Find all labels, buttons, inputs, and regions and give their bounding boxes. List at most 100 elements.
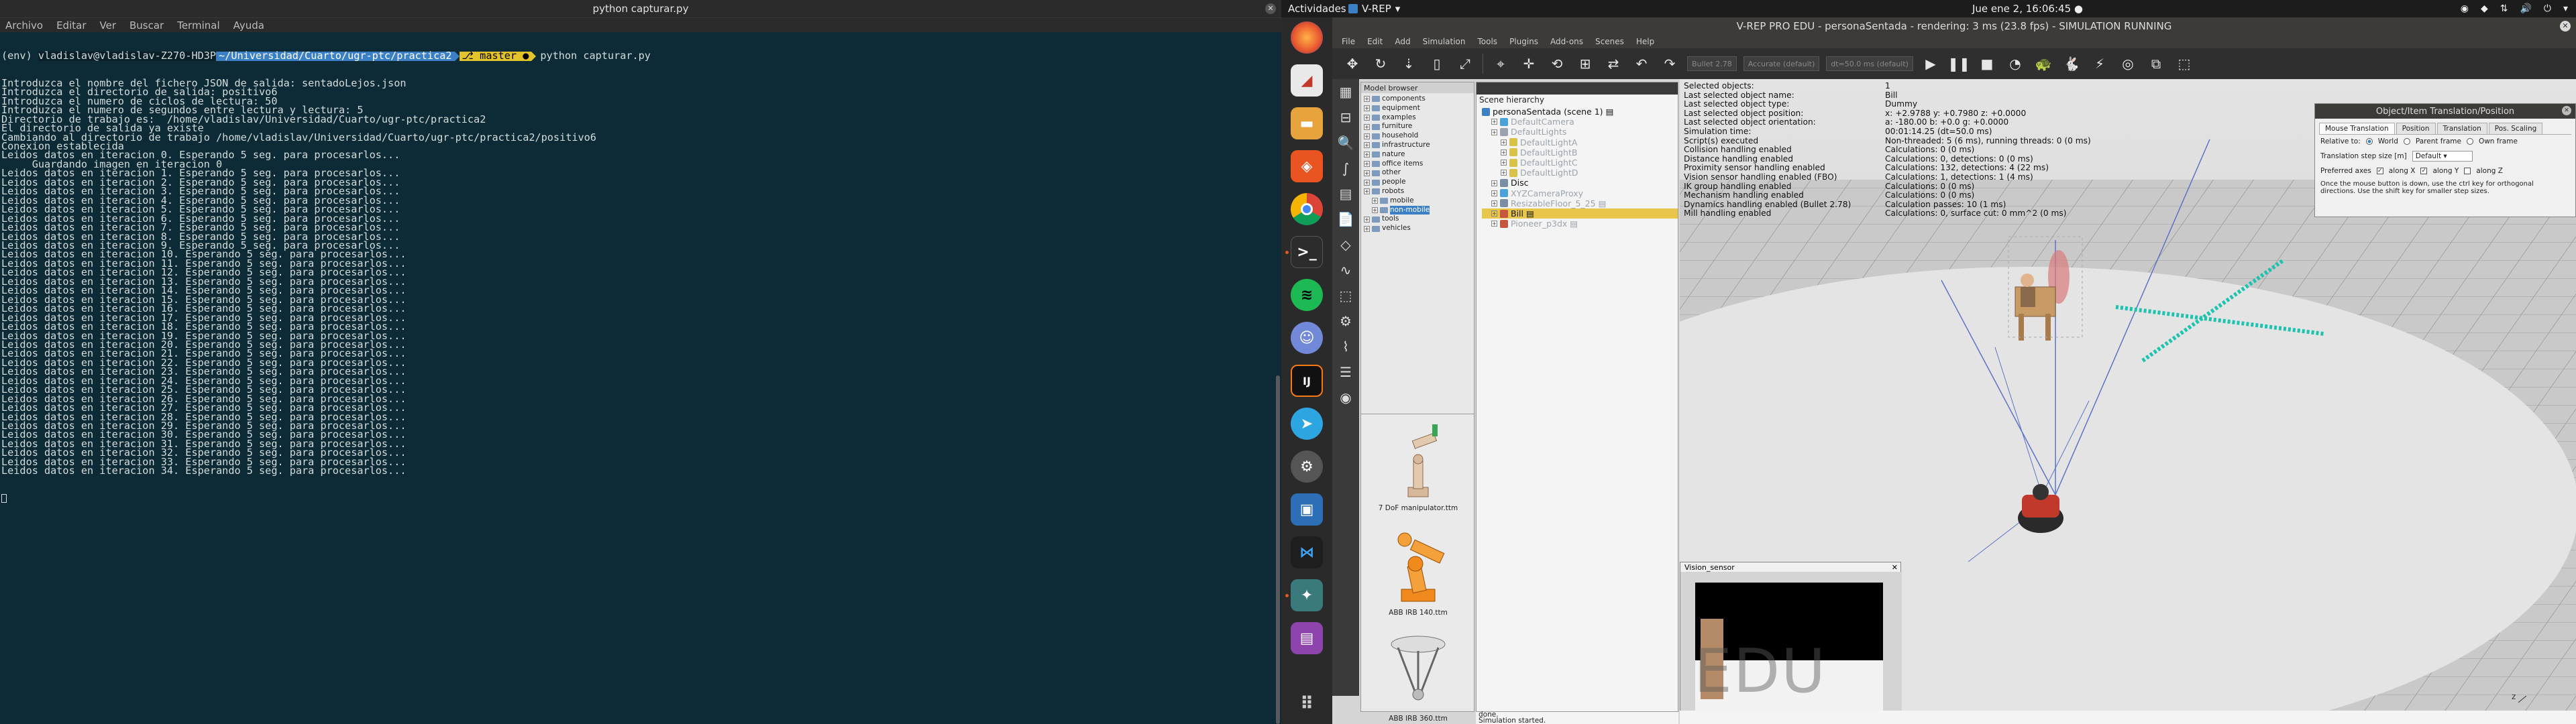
- spotify-tray-icon[interactable]: ◉: [2461, 3, 2469, 14]
- expand-icon[interactable]: +: [1491, 129, 1497, 135]
- scene-object-item[interactable]: + DefaultLightB: [1482, 147, 1678, 158]
- chrome-icon[interactable]: [1291, 193, 1323, 225]
- pause-icon[interactable]: ❚❚: [1947, 53, 1970, 74]
- scene-object-item[interactable]: + DefaultLightD: [1482, 168, 1678, 178]
- expand-icon[interactable]: +: [1491, 210, 1497, 217]
- settings-icon[interactable]: ⚙: [1291, 450, 1323, 483]
- expand-icon[interactable]: +: [1364, 133, 1370, 139]
- realtime-icon[interactable]: ◔: [2004, 53, 2026, 74]
- vrep-window[interactable]: V-REP PRO EDU - personaSentada - renderi…: [1332, 17, 2576, 724]
- vision-sensor-view[interactable]: Vision_sensor ✕ EDU: [1680, 562, 1902, 711]
- model-folder-item[interactable]: + robots: [1364, 187, 1474, 196]
- model-thumbnail[interactable]: 7 DoF manipulator.ttm: [1375, 417, 1462, 512]
- object-shift-icon[interactable]: ✛: [1518, 53, 1540, 74]
- scene-object-item[interactable]: + DefaultCamera: [1482, 117, 1678, 127]
- menu-help[interactable]: Help: [1636, 37, 1654, 46]
- page-selector-icon[interactable]: ⧉: [2145, 53, 2167, 74]
- expand-icon[interactable]: +: [1491, 190, 1497, 196]
- menu-add[interactable]: Add: [1395, 37, 1410, 46]
- menu-terminal[interactable]: Terminal: [177, 19, 219, 32]
- ik-icon[interactable]: ⚙: [1332, 308, 1359, 334]
- scripts-icon[interactable]: 📄: [1332, 206, 1359, 232]
- model-browser[interactable]: Model browser + components + equipment + exam…: [1360, 82, 1474, 723]
- expand-icon[interactable]: +: [1491, 200, 1497, 206]
- model-folder-item[interactable]: + vehicles: [1364, 224, 1474, 233]
- scene-object-item[interactable]: + DefaultLightC: [1482, 158, 1678, 168]
- expand-icon[interactable]: +: [1491, 180, 1497, 186]
- software-icon[interactable]: ◈: [1291, 150, 1323, 182]
- model-folder-item[interactable]: + other: [1364, 168, 1474, 178]
- expand-icon[interactable]: +: [1364, 152, 1370, 158]
- power-icon[interactable]: ⏻: [2544, 3, 2551, 14]
- expand-icon[interactable]: +: [1501, 149, 1507, 156]
- terminal-window[interactable]: python capturar.py ✕ Archivo Editar Ver Bus…: [0, 0, 1281, 724]
- expand-icon[interactable]: +: [1501, 160, 1507, 166]
- selection-icon[interactable]: ⬚: [1332, 283, 1359, 308]
- terminal-icon[interactable]: >_: [1291, 236, 1323, 268]
- menu-edit[interactable]: Edit: [1367, 37, 1383, 46]
- close-icon[interactable]: ✕: [1265, 3, 1276, 14]
- expand-icon[interactable]: +: [1364, 179, 1370, 186]
- model-folder-item[interactable]: + mobile: [1364, 196, 1474, 206]
- transfer-dna-icon[interactable]: ⇄: [1603, 53, 1624, 74]
- model-folder-item[interactable]: + components: [1364, 95, 1474, 104]
- world-radio[interactable]: [2365, 138, 2373, 145]
- expand-icon[interactable]: +: [1501, 170, 1507, 176]
- menu-ver[interactable]: Ver: [100, 19, 117, 32]
- vrep-running-icon[interactable]: ✦: [1291, 579, 1323, 611]
- model-folder-item[interactable]: + tools: [1364, 215, 1474, 224]
- close-icon[interactable]: ✕: [1892, 563, 1898, 572]
- fit-to-view-icon[interactable]: ⤢: [1454, 53, 1476, 74]
- scene-object-item[interactable]: + Disc: [1482, 178, 1678, 188]
- expand-icon[interactable]: +: [1364, 96, 1370, 103]
- shape-edit-icon[interactable]: ◇: [1332, 232, 1359, 257]
- scene-object-item[interactable]: + Bill ▤: [1482, 208, 1678, 219]
- apps-grid-icon[interactable]: ⠿: [1291, 688, 1323, 720]
- vscode-icon[interactable]: ⋈: [1291, 536, 1323, 568]
- threaded-rendering-icon[interactable]: ⚡: [2089, 53, 2110, 74]
- camera-rotate-icon[interactable]: ↻: [1370, 53, 1391, 74]
- model-browser-toggle-icon[interactable]: ▦: [1332, 79, 1359, 105]
- model-folder-item[interactable]: + nature: [1364, 150, 1474, 160]
- chevron-down-icon[interactable]: ▾: [2563, 3, 2568, 14]
- undo-icon[interactable]: ↶: [1631, 53, 1652, 74]
- dialog-tab[interactable]: Position: [2396, 123, 2436, 134]
- parent-frame-radio[interactable]: [2403, 138, 2410, 145]
- camera-shift-icon[interactable]: ⇣: [1398, 53, 1419, 74]
- model-folder-item[interactable]: + equipment: [1364, 104, 1474, 113]
- expand-icon[interactable]: +: [1364, 225, 1370, 232]
- network-icon[interactable]: ⇅: [2500, 3, 2508, 14]
- expand-icon[interactable]: +: [1372, 206, 1378, 213]
- telegram-icon[interactable]: ➤: [1291, 408, 1323, 440]
- timestep-select[interactable]: dt=50.0 ms (default): [1826, 56, 1913, 71]
- assemble-icon[interactable]: ⊞: [1574, 53, 1596, 74]
- system-tray[interactable]: ◉ ◆ ⇅ 🔊 ⏻ ▾: [2461, 3, 2568, 14]
- dialog-tab[interactable]: Pos. Scaling: [2488, 123, 2543, 134]
- translation-dialog[interactable]: Object/Item Translation/Position ✕ Mouse…: [2314, 103, 2576, 217]
- scene-object-item[interactable]: + XYZCameraProxy: [1482, 188, 1678, 198]
- expand-icon[interactable]: +: [1501, 139, 1507, 145]
- model-folder-item[interactable]: + examples: [1364, 113, 1474, 123]
- expand-icon[interactable]: +: [1364, 188, 1370, 195]
- discord-icon[interactable]: ☺: [1291, 322, 1323, 354]
- menu-add-ons[interactable]: Add-ons: [1550, 37, 1583, 46]
- along-z-checkbox[interactable]: [2464, 168, 2471, 174]
- play-icon[interactable]: ▶: [1920, 53, 1941, 74]
- calculation-module-icon[interactable]: ∫: [1332, 156, 1359, 181]
- dialog-tab[interactable]: Mouse Translation: [2319, 123, 2395, 134]
- vrep-icon[interactable]: ◢: [1291, 64, 1323, 97]
- expand-icon[interactable]: +: [1364, 142, 1370, 149]
- stop-icon[interactable]: ■: [1976, 53, 1998, 74]
- expand-icon[interactable]: +: [1364, 170, 1370, 176]
- menu-file[interactable]: File: [1342, 37, 1355, 46]
- menu-plugins[interactable]: Plugins: [1509, 37, 1538, 46]
- firefox-icon[interactable]: [1291, 21, 1323, 54]
- graph-icon[interactable]: ⌇: [1332, 334, 1359, 359]
- terminal-scrollbar[interactable]: [1276, 375, 1280, 724]
- click-select-icon[interactable]: ⌖: [1490, 53, 1511, 74]
- terminal-cursor-line[interactable]: [1, 493, 1271, 503]
- document-icon[interactable]: ▤: [1291, 622, 1323, 654]
- scene-object-item[interactable]: personaSentada (scene 1) ▤: [1482, 107, 1678, 117]
- model-folder-item[interactable]: + furniture: [1364, 122, 1474, 131]
- expand-icon[interactable]: +: [1364, 216, 1370, 223]
